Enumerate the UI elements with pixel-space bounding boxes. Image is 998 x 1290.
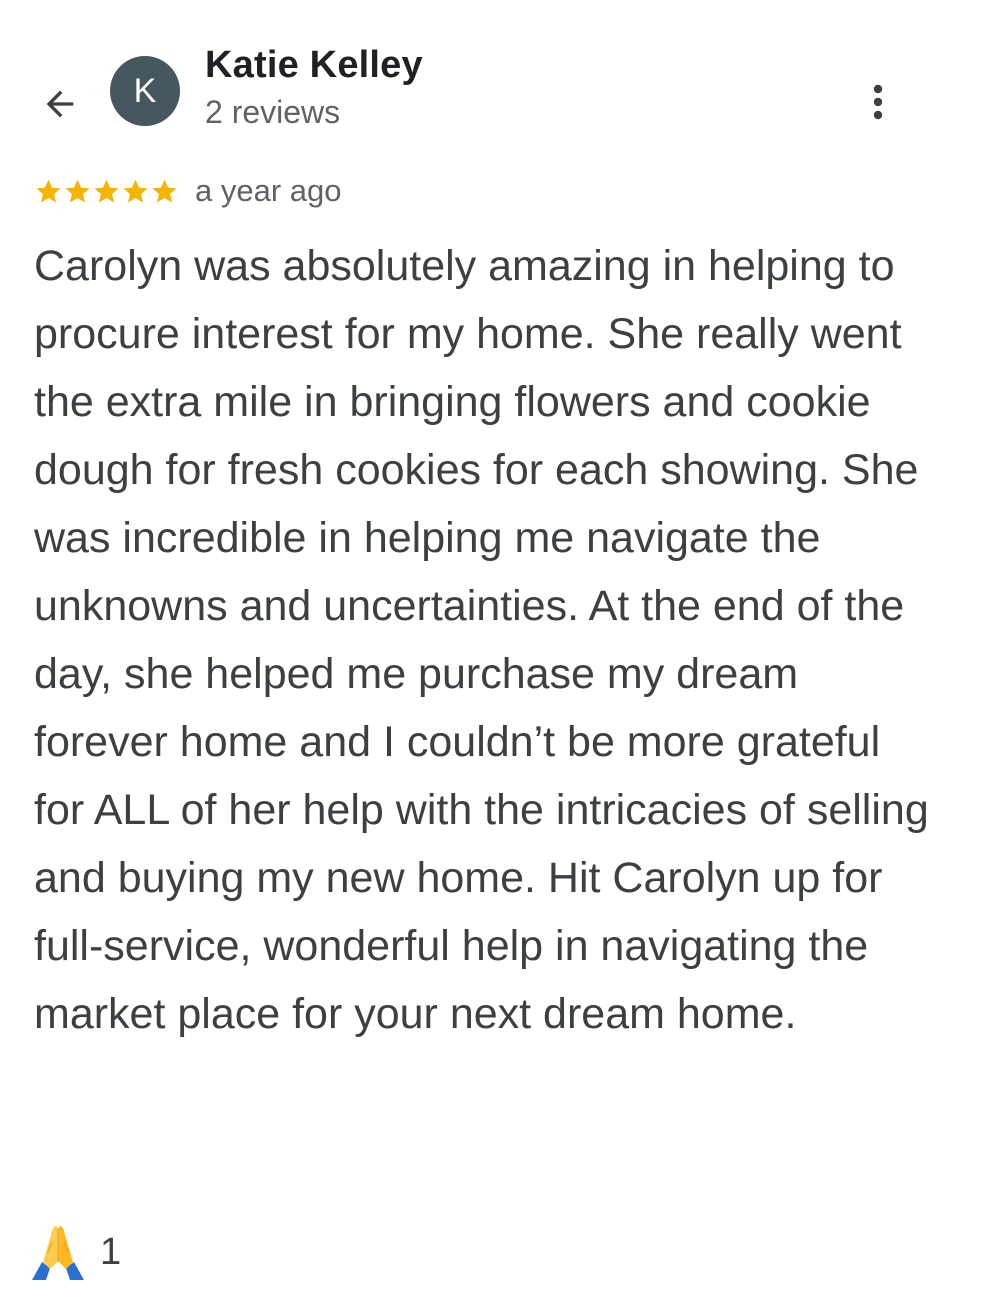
star-shape xyxy=(94,179,119,202)
star-icon xyxy=(36,179,61,202)
review-header: K Katie Kelley 2 reviews xyxy=(0,0,998,160)
more-options-button[interactable] xyxy=(856,80,900,124)
review-text: Carolyn was absolutely amazing in helpin… xyxy=(34,242,929,1038)
reaction-count: 1 xyxy=(100,1230,122,1273)
star-icon xyxy=(94,179,119,202)
arrow-left-icon xyxy=(46,90,74,118)
star-shape xyxy=(65,179,90,202)
star-shape xyxy=(36,179,61,202)
folded-hands-icon xyxy=(32,1226,84,1280)
star-shape xyxy=(123,179,148,202)
back-button[interactable] xyxy=(34,78,86,130)
star-rating xyxy=(34,177,179,206)
reviewer-name[interactable]: Katie Kelley xyxy=(205,44,423,87)
star-icon xyxy=(152,179,177,202)
review-count[interactable]: 2 reviews xyxy=(205,94,340,131)
review-meta: a year ago xyxy=(34,170,342,212)
avatar[interactable]: K xyxy=(110,56,180,126)
reaction-button[interactable]: 1 xyxy=(26,1222,121,1282)
star-icon xyxy=(123,179,148,202)
star-icon xyxy=(65,179,90,202)
review-time: a year ago xyxy=(195,173,342,208)
star-shape xyxy=(152,179,177,202)
avatar-letter: K xyxy=(133,71,157,110)
more-vert-icon xyxy=(873,84,883,120)
